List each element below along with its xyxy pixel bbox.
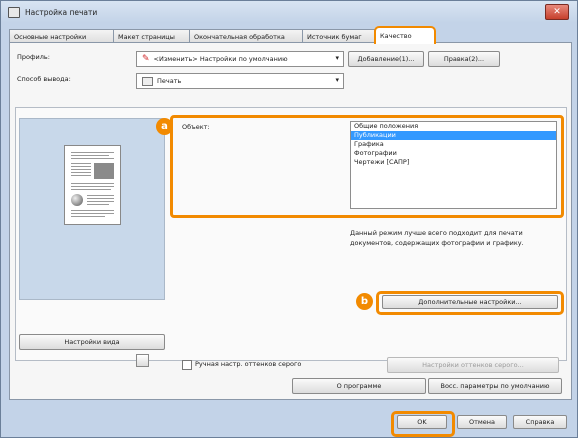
objective-label: Объект: — [182, 123, 210, 131]
profile-select[interactable]: ✎ <Изменить> Настройки по умолчанию ▾ — [136, 51, 344, 67]
title-bar[interactable]: Настройка печати ✕ — [1, 1, 577, 23]
profile-value: <Изменить> Настройки по умолчанию — [153, 55, 288, 63]
close-button[interactable]: ✕ — [545, 4, 569, 20]
objective-option[interactable]: Фотографии — [351, 149, 556, 158]
grayscale-checkbox[interactable] — [182, 360, 192, 370]
cancel-button[interactable]: Отмена — [457, 415, 507, 429]
window-title: Настройка печати — [25, 7, 98, 17]
add-profile-button[interactable]: Добавление(1)... — [348, 51, 424, 67]
objective-option[interactable]: Общие положения — [351, 122, 556, 131]
print-settings-window: Настройка печати ✕ Основные настройки Ма… — [0, 0, 578, 438]
profile-label: Профиль: — [17, 53, 50, 61]
callout-badge-b: b — [356, 293, 373, 310]
pencil-icon: ✎ — [142, 54, 150, 64]
objective-option[interactable]: Графика — [351, 140, 556, 149]
objective-option[interactable]: Чертежи [САПР] — [351, 158, 556, 167]
view-mode-icon[interactable] — [136, 354, 149, 367]
grayscale-checkbox-label: Ручная настр. оттенков серого — [195, 360, 302, 368]
view-settings-button[interactable]: Настройки вида — [19, 334, 165, 350]
output-method-select[interactable]: Печать ▾ — [136, 73, 344, 89]
grayscale-settings-button[interactable]: Настройки оттенков серого... — [387, 357, 559, 373]
output-method-value: Печать — [157, 77, 182, 85]
tab-strip: Основные настройки Макет страницы Оконча… — [9, 26, 436, 44]
quality-tab-panel: Профиль: ✎ <Изменить> Настройки по умолч… — [9, 42, 572, 400]
print-icon — [142, 76, 153, 86]
chevron-down-icon: ▾ — [335, 54, 339, 62]
page-thumbnail — [64, 145, 121, 225]
output-method-label: Способ вывода: — [17, 75, 71, 83]
objective-option-selected[interactable]: Публикации — [351, 131, 556, 140]
printer-icon — [8, 6, 20, 18]
tab-quality[interactable]: Качество — [374, 26, 436, 44]
objective-listbox[interactable]: Общие положения Публикации Графика Фотог… — [350, 121, 557, 209]
callout-badge-a: a — [156, 118, 173, 135]
help-button[interactable]: Справка — [513, 415, 567, 429]
objective-description: Данный режим лучше всего подходит для пе… — [350, 229, 524, 247]
edit-profile-button[interactable]: Правка(2)... — [428, 51, 500, 67]
page-preview — [19, 118, 165, 300]
about-button[interactable]: О программе — [292, 378, 426, 394]
advanced-settings-button[interactable]: Дополнительные настройки... — [382, 295, 558, 309]
ok-button[interactable]: OK — [397, 415, 447, 429]
restore-defaults-button[interactable]: Восс. параметры по умолчанию — [428, 378, 562, 394]
chevron-down-icon: ▾ — [335, 76, 339, 84]
